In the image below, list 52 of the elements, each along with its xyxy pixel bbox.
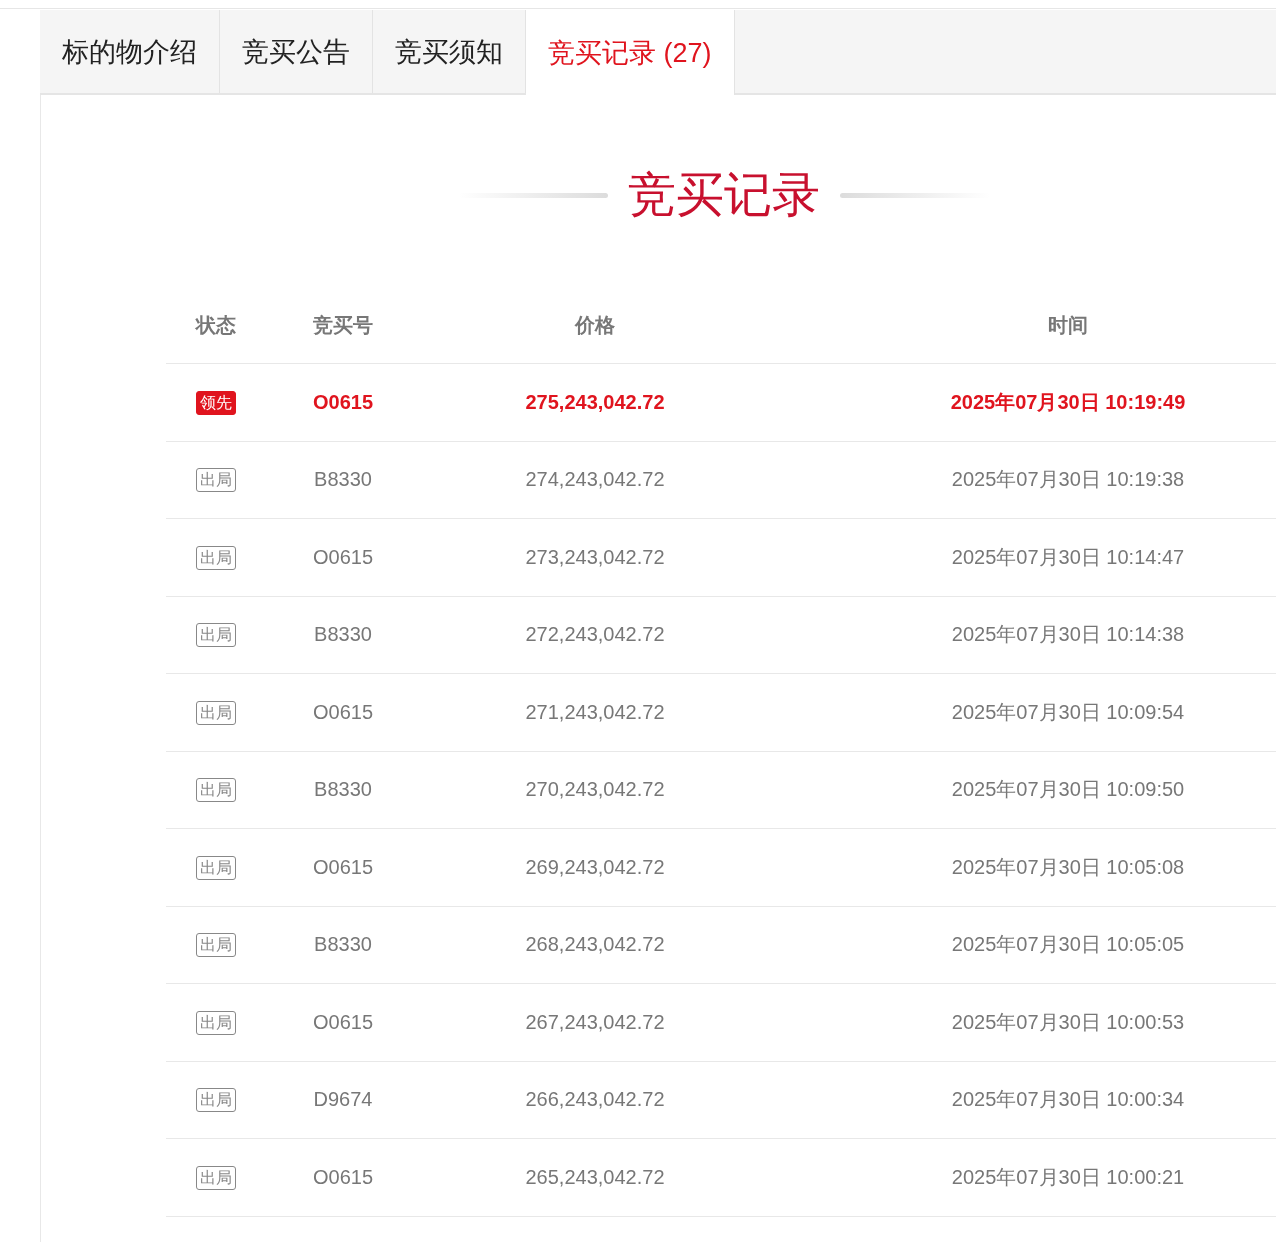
bid-price: 272,243,042.72 bbox=[525, 623, 665, 646]
outbid-badge: 出局 bbox=[196, 1088, 236, 1113]
bid-time: 2025年07月30日 10:00:53 bbox=[951, 1010, 1185, 1033]
bidder-number: O0615 bbox=[312, 1010, 374, 1033]
outbid-badge: 出局 bbox=[196, 700, 236, 725]
bidder-number: O0615 bbox=[312, 545, 374, 568]
bidder-number: D9674 bbox=[313, 1088, 373, 1111]
bid-time: 2025年07月30日 10:00:34 bbox=[951, 1088, 1185, 1111]
bid-time: 2025年07月30日 10:14:47 bbox=[951, 545, 1185, 568]
bid-price: 267,243,042.72 bbox=[525, 1010, 665, 1033]
outbid-badge: 出局 bbox=[196, 855, 236, 880]
bid-time: 2025年07月30日 10:00:21 bbox=[951, 1165, 1185, 1188]
bidder-number: B8330 bbox=[314, 468, 372, 491]
bidder-number: O0615 bbox=[312, 700, 374, 723]
bid-price: 271,243,042.72 bbox=[525, 700, 665, 723]
tab[interactable]: 竞买记录 (27) bbox=[526, 10, 735, 95]
outbid-badge: 出局 bbox=[196, 545, 236, 570]
bidder-number: O0615 bbox=[312, 390, 374, 413]
bid-time: 2025年07月30日 10:09:54 bbox=[951, 700, 1185, 723]
outbid-badge: 出局 bbox=[196, 1165, 236, 1190]
column-header: 竞买号 bbox=[313, 313, 373, 336]
column-header: 时间 bbox=[1048, 313, 1088, 336]
bidder-number: B8330 bbox=[314, 933, 372, 956]
outbid-badge: 出局 bbox=[196, 933, 236, 958]
bid-time: 2025年07月30日 10:05:08 bbox=[951, 855, 1185, 878]
outbid-badge: 出局 bbox=[196, 1010, 236, 1035]
bid-time: 2025年07月30日 10:19:49 bbox=[950, 390, 1186, 413]
bid-time: 2025年07月30日 10:09:50 bbox=[951, 778, 1185, 801]
tab[interactable]: 标的物介绍 bbox=[40, 10, 220, 93]
bid-price: 266,243,042.72 bbox=[525, 1088, 665, 1111]
outbid-badge: 出局 bbox=[196, 468, 236, 493]
bid-time: 2025年07月30日 10:14:38 bbox=[951, 623, 1185, 646]
bidder-number: O0615 bbox=[312, 1165, 374, 1188]
bid-price: 268,243,042.72 bbox=[525, 933, 665, 956]
leading-badge: 领先 bbox=[196, 390, 236, 415]
bid-time: 2025年07月30日 10:05:05 bbox=[951, 933, 1185, 956]
tab[interactable]: 竞买公告 bbox=[220, 10, 373, 93]
outbid-badge: 出局 bbox=[196, 623, 236, 648]
section-title: 竞买记录 bbox=[627, 167, 820, 223]
bid-price: 273,243,042.72 bbox=[525, 545, 665, 568]
bid-price: 275,243,042.72 bbox=[525, 390, 665, 413]
bidder-number: B8330 bbox=[314, 623, 372, 646]
bid-price: 265,243,042.72 bbox=[525, 1165, 665, 1188]
bid-time: 2025年07月30日 10:19:38 bbox=[951, 468, 1185, 491]
bid-price: 274,243,042.72 bbox=[525, 468, 665, 491]
bid-price: 269,243,042.72 bbox=[525, 855, 665, 878]
column-header: 价格 bbox=[575, 313, 615, 336]
bid-price: 270,243,042.72 bbox=[525, 778, 665, 801]
column-header: 状态 bbox=[196, 313, 236, 336]
outbid-badge: 出局 bbox=[196, 778, 236, 803]
bidder-number: O0615 bbox=[312, 855, 374, 878]
bidder-number: B8330 bbox=[314, 778, 372, 801]
